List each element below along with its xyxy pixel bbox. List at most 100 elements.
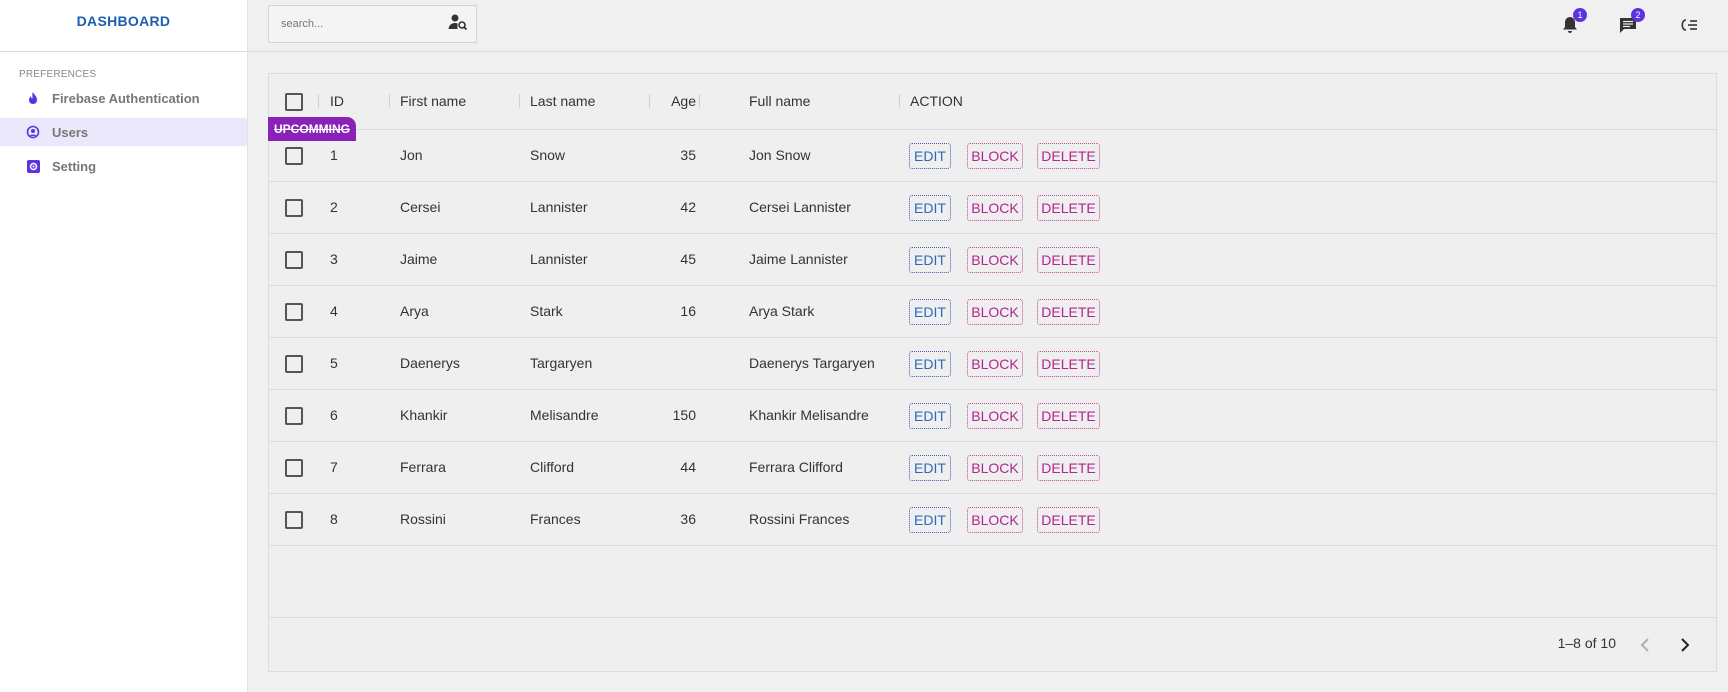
cell-age: 36 (680, 511, 696, 527)
cell-age: 45 (680, 251, 696, 267)
table-row[interactable]: 5 Daenerys Targaryen Daenerys Targaryen … (269, 338, 1716, 390)
delete-button[interactable]: DELETE (1037, 507, 1100, 533)
sidebar-item-setting[interactable]: Setting (0, 152, 247, 180)
row-checkbox[interactable] (285, 303, 303, 321)
section-title: PREFERENCES (19, 69, 97, 80)
row-checkbox[interactable] (285, 511, 303, 529)
cell-age: 150 (672, 407, 696, 423)
row-checkbox[interactable] (285, 251, 303, 269)
messages-button[interactable]: 2 (1615, 8, 1645, 38)
block-button[interactable]: BLOCK (967, 403, 1023, 429)
table-row[interactable]: 3 Jaime Lannister 45 Jaime Lannister EDI… (269, 234, 1716, 286)
cell-last-name: Targaryen (530, 355, 593, 371)
edit-button[interactable]: EDIT (909, 247, 951, 273)
grid-footer: 1–8 of 10 (269, 617, 1716, 671)
dashboard-logo[interactable]: DASHBOARD (77, 13, 171, 29)
cell-first-name: Rossini (400, 511, 446, 527)
cell-age: 16 (680, 303, 696, 319)
column-header-last-name[interactable]: Last name (530, 93, 595, 109)
delete-button[interactable]: DELETE (1037, 351, 1100, 377)
block-button[interactable]: BLOCK (967, 195, 1023, 221)
row-checkbox[interactable] (285, 459, 303, 477)
delete-button[interactable]: DELETE (1037, 247, 1100, 273)
cell-age: 42 (680, 199, 696, 215)
cell-id: 5 (330, 355, 338, 371)
fire-icon (24, 89, 42, 107)
messages-badge: 2 (1631, 8, 1645, 22)
cell-first-name: Jon (400, 147, 423, 163)
column-separator (649, 94, 650, 108)
sidebar-item-label: Users (52, 124, 89, 140)
edit-button[interactable]: EDIT (909, 143, 951, 169)
edit-button[interactable]: EDIT (909, 351, 951, 377)
table-row[interactable]: 1 Jon Snow 35 Jon Snow EDIT BLOCK DELETE (269, 130, 1716, 182)
person-search-icon[interactable] (448, 13, 468, 36)
cell-last-name: Stark (530, 303, 563, 319)
delete-button[interactable]: DELETE (1037, 299, 1100, 325)
edit-button[interactable]: EDIT (909, 403, 951, 429)
topbar: 1 2 (248, 0, 1728, 52)
previous-page-button[interactable] (1630, 630, 1660, 660)
delete-button[interactable]: DELETE (1037, 143, 1100, 169)
cell-first-name: Arya (400, 303, 429, 319)
block-button[interactable]: BLOCK (967, 351, 1023, 377)
row-checkbox[interactable] (285, 355, 303, 373)
menu-open-button[interactable] (1675, 12, 1701, 38)
column-separator (389, 94, 390, 108)
edit-button[interactable]: EDIT (909, 455, 951, 481)
cell-first-name: Ferrara (400, 459, 446, 475)
table-row[interactable]: 2 Cersei Lannister 42 Cersei Lannister E… (269, 182, 1716, 234)
block-button[interactable]: BLOCK (967, 507, 1023, 533)
table-row[interactable]: 4 Arya Stark 16 Arya Stark EDIT BLOCK DE… (269, 286, 1716, 338)
cell-last-name: Melisandre (530, 407, 599, 423)
notifications-button[interactable]: 1 (1557, 8, 1587, 38)
cell-last-name: Snow (530, 147, 566, 163)
cell-full-name: Rossini Frances (749, 511, 850, 527)
edit-button[interactable]: EDIT (909, 507, 951, 533)
sidebar-item-users[interactable]: Users (0, 118, 247, 146)
block-button[interactable]: BLOCK (967, 247, 1023, 273)
chevron-left-icon (1640, 638, 1649, 652)
column-header-id[interactable]: ID (330, 93, 344, 109)
cell-age: 35 (680, 147, 696, 163)
table-row[interactable]: 8 Rossini Frances 36 Rossini Frances EDI… (269, 494, 1716, 546)
search-box (268, 5, 477, 43)
notifications-badge: 1 (1573, 8, 1587, 22)
settings-icon (24, 157, 42, 175)
cell-last-name: Clifford (530, 459, 575, 475)
column-header-full-name[interactable]: Full name (749, 93, 810, 109)
row-checkbox[interactable] (285, 199, 303, 217)
sidebar: DASHBOARD PREFERENCES Firebase Authentic… (0, 0, 248, 692)
next-page-button[interactable] (1670, 630, 1700, 660)
cell-full-name: Daenerys Targaryen (749, 355, 875, 371)
delete-button[interactable]: DELETE (1037, 403, 1100, 429)
table-row[interactable]: 6 Khankir Melisandre 150 Khankir Melisan… (269, 390, 1716, 442)
row-checkbox[interactable] (285, 407, 303, 425)
column-header-action[interactable]: ACTION (910, 93, 963, 109)
delete-button[interactable]: DELETE (1037, 195, 1100, 221)
block-button[interactable]: BLOCK (967, 143, 1023, 169)
column-header-age[interactable]: Age (671, 93, 696, 109)
table-row[interactable]: 7 Ferrara Clifford 44 Ferrara Clifford E… (269, 442, 1716, 494)
block-button[interactable]: BLOCK (967, 299, 1023, 325)
cell-id: 6 (330, 407, 338, 423)
chevron-right-icon (1681, 638, 1690, 652)
row-checkbox[interactable] (285, 147, 303, 165)
pagination-range: 1–8 of 10 (1557, 635, 1616, 651)
edit-button[interactable]: EDIT (909, 299, 951, 325)
column-header-first-name[interactable]: First name (400, 93, 466, 109)
search-input[interactable] (281, 18, 448, 30)
cell-last-name: Lannister (530, 251, 588, 267)
column-separator (519, 94, 520, 108)
cell-id: 1 (330, 147, 338, 163)
cell-full-name: Cersei Lannister (749, 199, 851, 215)
edit-button[interactable]: EDIT (909, 195, 951, 221)
cell-id: 4 (330, 303, 338, 319)
block-button[interactable]: BLOCK (967, 455, 1023, 481)
cell-full-name: Jon Snow (749, 147, 811, 163)
menu-open-icon (1681, 19, 1697, 31)
delete-button[interactable]: DELETE (1037, 455, 1100, 481)
select-all-checkbox[interactable] (285, 93, 303, 111)
cell-full-name: Arya Stark (749, 303, 815, 319)
sidebar-item-firebase-authentication[interactable]: Firebase Authentication (0, 84, 247, 112)
